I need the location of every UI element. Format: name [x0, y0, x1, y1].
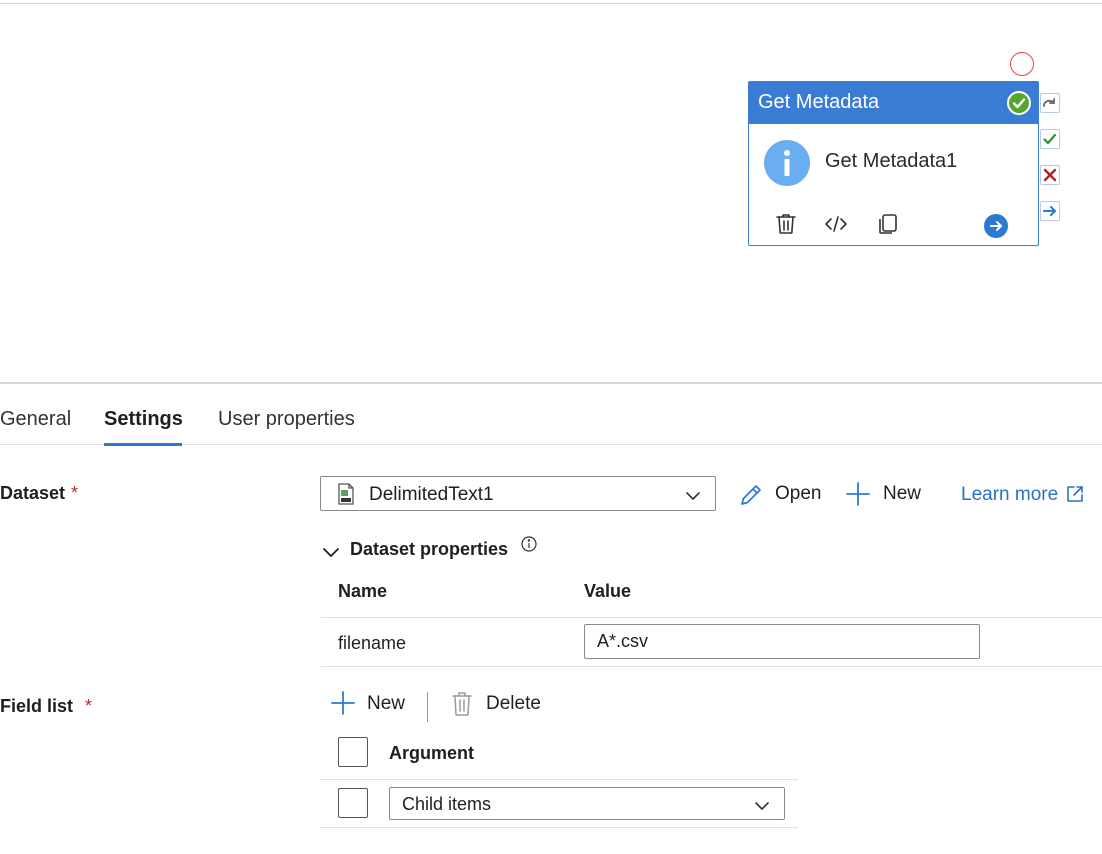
dataset-label-text: Dataset	[0, 483, 66, 503]
required-mark: *	[71, 483, 79, 503]
dataset-select-value: DelimitedText1	[369, 484, 494, 505]
canvas-top-border	[0, 3, 1102, 4]
toolbar-separator	[427, 692, 428, 722]
activity-name: Get Metadata1	[825, 150, 958, 172]
connection-handle[interactable]	[1010, 52, 1034, 76]
go-arrow-icon[interactable]	[984, 214, 1008, 238]
property-name-filename: filename	[338, 633, 407, 653]
learn-more-label: Learn more	[961, 484, 1059, 505]
dataset-select[interactable]: DelimitedText1	[320, 476, 716, 511]
delete-icon[interactable]	[774, 212, 798, 236]
argument-select-value: Child items	[402, 794, 492, 814]
info-circle-icon[interactable]	[521, 536, 537, 557]
success-status-icon	[1007, 91, 1031, 115]
trash-icon	[450, 691, 474, 722]
active-tab-indicator	[104, 443, 182, 446]
column-header-value: Value	[584, 581, 632, 601]
chevron-down-icon	[685, 488, 701, 509]
tab-user-properties[interactable]: User properties	[218, 408, 355, 431]
argument-select[interactable]: Child items	[389, 787, 785, 820]
filename-value-input[interactable]	[584, 624, 980, 659]
column-header-name: Name	[338, 581, 388, 601]
new-field-label: New	[367, 693, 406, 714]
on-skip-icon[interactable]	[1040, 201, 1060, 221]
required-mark: *	[85, 696, 93, 716]
delete-field-label: Delete	[486, 693, 541, 714]
field-list-label-text: Field list	[0, 696, 74, 716]
external-link-icon	[1066, 485, 1084, 508]
tab-settings[interactable]: Settings	[104, 408, 183, 431]
field-list-label: Field list *	[0, 696, 92, 717]
table-divider	[321, 666, 1102, 667]
row-checkbox[interactable]	[338, 788, 368, 818]
table-divider	[321, 617, 1102, 618]
code-icon[interactable]	[824, 212, 848, 236]
select-all-checkbox[interactable]	[338, 737, 368, 767]
on-success-icon[interactable]	[1040, 129, 1060, 149]
dataset-properties-label: Dataset properties	[350, 539, 509, 559]
column-header-argument: Argument	[389, 743, 474, 763]
dataset-label: Dataset *	[0, 483, 78, 504]
plus-icon	[845, 481, 871, 512]
table-divider	[320, 779, 798, 780]
activity-node-header[interactable]: Get Metadata	[749, 82, 1038, 124]
plus-icon	[330, 690, 356, 721]
activity-type-title: Get Metadata	[758, 91, 880, 113]
canvas-bottom-border	[0, 382, 1102, 384]
activity-node[interactable]: Get Metadata Get Metadata1	[748, 81, 1039, 246]
open-label: Open	[775, 483, 822, 504]
tab-general[interactable]: General	[0, 408, 71, 431]
chevron-down-icon	[321, 544, 341, 567]
table-divider	[320, 827, 798, 828]
on-failure-icon[interactable]	[1040, 165, 1060, 185]
csv-file-icon	[337, 483, 355, 510]
new-label: New	[883, 483, 922, 504]
on-completion-icon[interactable]	[1040, 93, 1060, 113]
chevron-down-icon	[754, 798, 770, 819]
info-icon	[764, 140, 810, 186]
copy-icon[interactable]	[876, 212, 900, 236]
pencil-icon	[738, 482, 764, 513]
